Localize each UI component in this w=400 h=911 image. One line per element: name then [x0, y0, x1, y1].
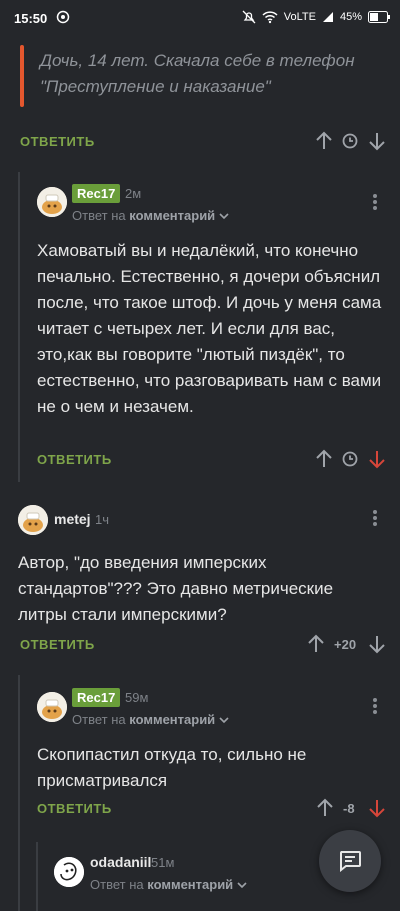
score: -8: [343, 801, 355, 816]
reply-button[interactable]: ОТВЕТИТЬ: [37, 801, 112, 816]
more-vertical-icon[interactable]: [372, 193, 378, 216]
arrow-down-icon[interactable]: [368, 449, 386, 474]
comment-text: Хамоватый вы и недалёкий, что конечно пе…: [37, 241, 382, 416]
arrow-up-icon[interactable]: [316, 798, 334, 823]
comment-time: 2м: [125, 186, 142, 201]
chevron-down-icon[interactable]: [219, 208, 229, 223]
reply-meta: Ответ на комментарий: [90, 877, 247, 892]
arrow-down-icon[interactable]: [368, 634, 386, 659]
username[interactable]: odadaniil: [90, 854, 151, 870]
reply-target-link[interactable]: комментарий: [129, 208, 215, 223]
reply-prefix: Ответ на: [72, 208, 126, 223]
chat-icon: [338, 850, 362, 877]
reply-target-link[interactable]: комментарий: [147, 877, 233, 892]
screen-record-icon: [56, 10, 70, 27]
thread-line: [18, 172, 20, 482]
more-vertical-icon[interactable]: [372, 509, 378, 532]
arrow-up-icon[interactable]: [315, 131, 333, 156]
signal-icon: [322, 12, 333, 22]
reply-button[interactable]: ОТВЕТИТЬ: [37, 452, 112, 467]
comment-time: 59м: [125, 690, 149, 705]
username-badge[interactable]: Rec17: [72, 184, 121, 203]
reply-prefix: Ответ на: [72, 712, 126, 727]
reply-prefix: Ответ на: [90, 877, 144, 892]
status-right: VoLTE 45%: [242, 10, 390, 24]
reply-button[interactable]: ОТВЕТИТЬ: [20, 134, 95, 149]
reply-meta: Ответ на комментарий: [72, 208, 229, 223]
mute-icon: [242, 10, 256, 24]
comment-text: Автор, "до введения имперских стандартов…: [18, 553, 334, 624]
reply-target-link[interactable]: комментарий: [129, 712, 215, 727]
comment-text: Скопипастил откуда то, сильно не присмат…: [37, 745, 307, 790]
comment-time: 1ч: [95, 512, 110, 527]
comment-fab-button[interactable]: [319, 830, 381, 892]
battery-icon: [368, 11, 390, 23]
more-vertical-icon[interactable]: [372, 697, 378, 720]
arrow-down-icon[interactable]: [368, 798, 386, 823]
clock-icon[interactable]: [342, 451, 358, 472]
wifi-icon: [262, 11, 278, 24]
network-label: VoLTE: [283, 11, 316, 23]
reply-meta: Ответ на комментарий: [72, 712, 229, 727]
reply-button[interactable]: ОТВЕТИТЬ: [20, 637, 95, 652]
chevron-down-icon[interactable]: [219, 712, 229, 727]
avatar[interactable]: [18, 505, 48, 535]
avatar[interactable]: [37, 187, 67, 217]
battery-percent: 45%: [339, 11, 362, 23]
avatar[interactable]: [37, 692, 67, 722]
status-bar: 15:50 VoLTE 45%: [0, 0, 400, 36]
arrow-up-icon[interactable]: [315, 449, 333, 474]
quote-bar: [20, 45, 24, 107]
username-badge[interactable]: Rec17: [72, 688, 121, 707]
status-time: 15:50: [14, 11, 48, 26]
thread-line: [18, 675, 20, 911]
comment-time: 51м: [151, 855, 175, 870]
arrow-down-icon[interactable]: [368, 131, 386, 156]
quote-text: Дочь, 14 лет. Скачала себе в телефон "Пр…: [40, 51, 355, 96]
username[interactable]: metej: [54, 511, 91, 527]
clock-icon[interactable]: [342, 133, 358, 154]
thread-line: [36, 842, 38, 911]
score: +20: [334, 637, 357, 652]
chevron-down-icon[interactable]: [237, 877, 247, 892]
avatar[interactable]: [54, 857, 84, 887]
arrow-up-icon[interactable]: [307, 634, 325, 659]
